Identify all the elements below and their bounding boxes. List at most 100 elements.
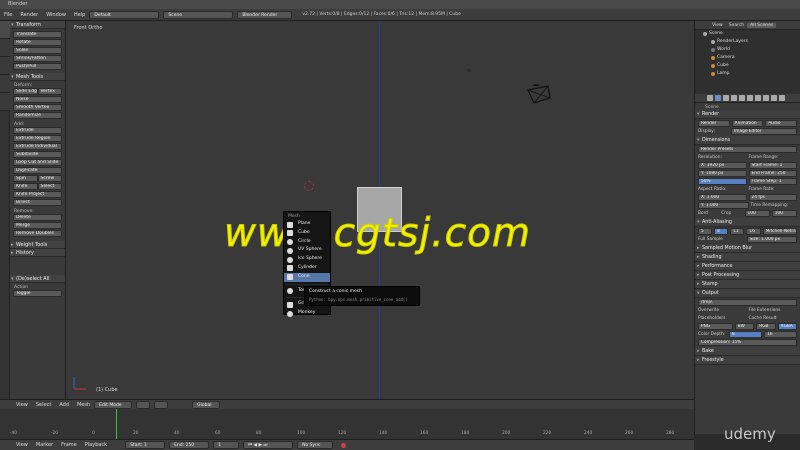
- tab-grease-pencil[interactable]: [0, 93, 10, 111]
- tab-tools[interactable]: [0, 21, 10, 39]
- history-panel-header[interactable]: History: [10, 249, 65, 257]
- extrude-individual-button[interactable]: Extrude Individual: [13, 143, 62, 150]
- merge-dropdown[interactable]: Merge: [13, 222, 62, 229]
- bisect-button[interactable]: Bisect: [13, 199, 62, 206]
- transform-orientation-dropdown[interactable]: Global: [192, 400, 221, 409]
- output-section[interactable]: Output: [695, 289, 800, 298]
- extrude-dropdown[interactable]: Extrude: [13, 127, 62, 134]
- output-path-field[interactable]: /tmp\: [698, 299, 797, 306]
- scale-button[interactable]: Scale: [13, 47, 62, 54]
- material-tab-icon[interactable]: [771, 95, 777, 101]
- world-tab-icon[interactable]: [731, 95, 737, 101]
- duplicate-button[interactable]: Duplicate: [13, 167, 62, 174]
- cache-result-checkbox[interactable]: Cache Result: [749, 315, 798, 322]
- menu-help[interactable]: Help: [70, 12, 89, 18]
- mesh-tools-panel-header[interactable]: Mesh Tools: [10, 73, 65, 81]
- menu-item-plane[interactable]: Plane: [284, 220, 330, 229]
- time-new-field[interactable]: 100: [771, 210, 797, 217]
- transform-panel-header[interactable]: Transform: [10, 21, 65, 29]
- outliner-row-camera[interactable]: Camera: [695, 54, 800, 62]
- time-old-field[interactable]: 100: [744, 210, 770, 217]
- aspect-x-field[interactable]: X: 1.000: [698, 194, 747, 201]
- resolution-y-field[interactable]: Y: 1080 px: [698, 170, 747, 177]
- view-menu[interactable]: View: [12, 402, 32, 408]
- tab-options[interactable]: [0, 75, 10, 93]
- aa-samples-8[interactable]: 8: [714, 228, 729, 235]
- tab-shading-uvs[interactable]: [0, 57, 10, 75]
- menu-item-uv-sphere[interactable]: UV Sphere: [284, 246, 330, 255]
- dimensions-section[interactable]: Dimensions: [695, 136, 800, 145]
- placeholders-checkbox[interactable]: Placeholders: [698, 315, 747, 322]
- mode-dropdown[interactable]: Edit Mode: [94, 400, 133, 409]
- extrude-region-button[interactable]: Extrude Region: [13, 135, 62, 142]
- menu-item-circle[interactable]: Circle: [284, 238, 330, 247]
- color-mode-rgba[interactable]: RGBA: [777, 323, 798, 330]
- menu-item-ico-sphere[interactable]: Ico Sphere: [284, 255, 330, 264]
- shading-dropdown[interactable]: [136, 400, 151, 409]
- operator-action-dropdown[interactable]: Toggle: [13, 290, 62, 297]
- texture-tab-icon[interactable]: [779, 95, 785, 101]
- aa-samples-11[interactable]: 11: [730, 228, 745, 235]
- resolution-x-field[interactable]: X: 1920 px: [698, 162, 747, 169]
- current-frame-input[interactable]: 1: [213, 441, 240, 449]
- 3d-cursor[interactable]: [304, 181, 314, 191]
- post-processing-section[interactable]: Post Processing: [695, 271, 800, 280]
- display-dropdown[interactable]: Image Editor: [731, 128, 797, 135]
- aa-filter-dropdown[interactable]: Mitchell-Netravali: [762, 228, 797, 235]
- aa-size-field[interactable]: Size: 1.000 px: [746, 236, 797, 243]
- stamp-section[interactable]: Stamp: [695, 280, 800, 289]
- frame-menu[interactable]: Frame: [57, 442, 81, 448]
- delete-dropdown[interactable]: Delete: [13, 214, 62, 221]
- record-icon[interactable]: [341, 442, 347, 448]
- animation-button[interactable]: Animation: [731, 120, 764, 127]
- menu-item-cube[interactable]: Cube: [284, 229, 330, 238]
- file-extensions-checkbox[interactable]: File Extensions: [749, 307, 798, 314]
- menu-window[interactable]: Window: [42, 12, 70, 18]
- menu-item-cylinder[interactable]: Cylinder: [284, 264, 330, 273]
- rotate-button[interactable]: Rotate: [13, 39, 62, 46]
- modifiers-tab-icon[interactable]: [755, 95, 761, 101]
- object-tab-icon[interactable]: [739, 95, 745, 101]
- push-pull-button[interactable]: Push/Pull: [13, 63, 62, 70]
- color-mode-bw[interactable]: BW: [734, 323, 755, 330]
- start-frame-field[interactable]: Start Frame: 1: [748, 162, 797, 169]
- compression-slider[interactable]: Compression: 15%: [698, 339, 797, 346]
- knife-button[interactable]: Knife: [13, 183, 38, 190]
- slide-edge-button[interactable]: Slide Edg: [13, 88, 38, 95]
- render-layers-tab-icon[interactable]: [715, 95, 721, 101]
- file-format-dropdown[interactable]: PNG: [698, 323, 733, 330]
- data-tab-icon[interactable]: [763, 95, 769, 101]
- overwrite-checkbox[interactable]: Overwrite: [698, 307, 747, 314]
- bake-section[interactable]: Bake: [695, 347, 800, 356]
- layout-dropdown[interactable]: Default: [89, 10, 160, 19]
- engine-dropdown[interactable]: Blender Render: [237, 10, 293, 19]
- end-frame-field[interactable]: End Frame: 250: [748, 170, 797, 177]
- outliner-row-world[interactable]: World: [695, 46, 800, 54]
- color-depth-16[interactable]: 16: [764, 331, 797, 338]
- outliner-display-mode[interactable]: All Scenes: [747, 22, 777, 28]
- border-checkbox[interactable]: Bord: [698, 210, 719, 217]
- outliner-row-cube[interactable]: Cube: [695, 62, 800, 70]
- render-button[interactable]: Render: [698, 120, 730, 127]
- outliner-search-menu[interactable]: Search: [726, 23, 747, 28]
- playback-menu[interactable]: Playback: [81, 442, 111, 448]
- vertex-slide-button[interactable]: Vertex: [37, 88, 62, 95]
- render-presets-dropdown[interactable]: Render Presets: [698, 146, 797, 153]
- noise-button[interactable]: Noise: [13, 96, 62, 103]
- subdivide-button[interactable]: Subdivide: [13, 151, 62, 158]
- menu-item-cone[interactable]: Cone: [284, 272, 330, 282]
- render-tab-icon[interactable]: [707, 95, 713, 101]
- smooth-vertex-button[interactable]: Smooth Vertex: [13, 104, 62, 111]
- menu-render[interactable]: Render: [16, 12, 42, 18]
- outliner-row-scene[interactable]: Scene: [695, 30, 800, 38]
- pivot-dropdown[interactable]: [154, 400, 169, 409]
- aa-samples-5[interactable]: 5: [698, 228, 713, 235]
- audio-button[interactable]: Audio: [765, 120, 798, 127]
- sampled-motion-blur-section[interactable]: Sampled Motion Blur: [695, 244, 800, 253]
- crop-checkbox[interactable]: Crop: [721, 210, 742, 217]
- start-frame-input[interactable]: Start: 1: [125, 441, 166, 449]
- 3d-viewport[interactable]: Front Ortho ✶ www.cgtsj.com (1) Cube: [66, 21, 694, 399]
- tab-create[interactable]: [0, 39, 10, 57]
- scene-tab-icon[interactable]: [723, 95, 729, 101]
- outliner-view-menu[interactable]: View: [709, 23, 726, 28]
